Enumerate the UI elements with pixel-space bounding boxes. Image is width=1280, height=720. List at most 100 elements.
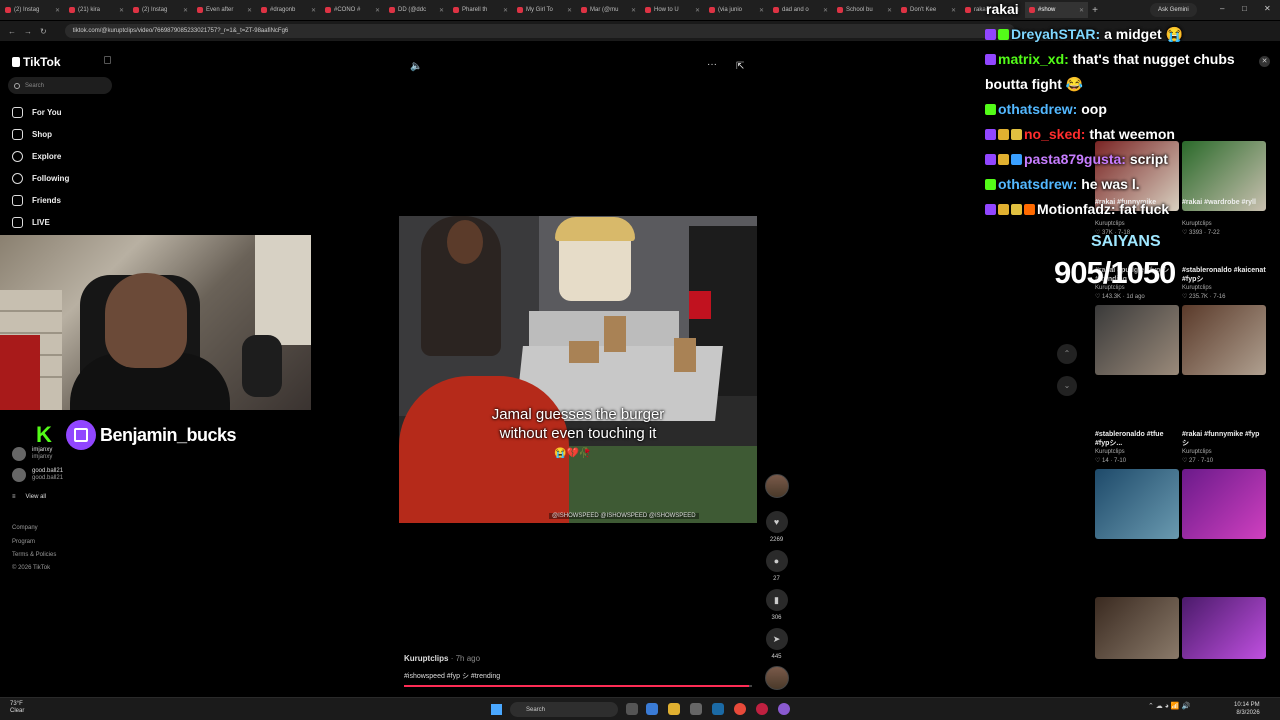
browser-tab[interactable]: #show ✕ — [1025, 2, 1088, 18]
close-tab-icon[interactable]: ✕ — [1079, 7, 1084, 14]
clock-date: 8/3/2026 — [1236, 710, 1260, 716]
sidebar-item-shop[interactable]: Shop — [12, 129, 52, 140]
browser-tab[interactable]: #CONO # ✕ — [321, 2, 384, 18]
close-tab-icon[interactable]: ✕ — [951, 7, 956, 14]
like-button[interactable]: ♥ 2269 — [764, 511, 789, 543]
ask-gemini-button[interactable]: Ask Gemini — [1150, 3, 1197, 17]
browser-tab[interactable]: Pharell th ✕ — [449, 2, 512, 18]
close-tab-icon[interactable]: ✕ — [439, 7, 444, 14]
forward-icon[interactable]: → — [24, 27, 32, 36]
video-author[interactable]: Kuruptclips · 7h ago — [404, 654, 480, 663]
browser-tab[interactable]: #dragonb ✕ — [257, 2, 320, 18]
footer-link[interactable]: Terms & Policies — [12, 552, 56, 558]
author-avatar-button[interactable] — [764, 474, 789, 498]
sidebar-item-explore[interactable]: Explore — [12, 151, 61, 162]
close-tab-icon[interactable]: ✕ — [823, 7, 828, 14]
sidebar-item-label: Shop — [32, 130, 52, 139]
close-tab-icon[interactable]: ✕ — [567, 7, 572, 14]
tab-title: DD (@ddc — [398, 7, 427, 13]
file-explorer-icon[interactable] — [668, 703, 680, 715]
sidebar-item-label: Following — [32, 174, 70, 183]
footer-link[interactable]: Company — [12, 525, 38, 531]
related-video-card[interactable]: #stableronaldo #tfue #fypシ... Kuruptclips… — [1095, 430, 1179, 539]
browser-tab[interactable]: Don't Kee ✕ — [897, 2, 960, 18]
previous-video-button[interactable]: ⌃ — [1057, 344, 1077, 364]
search-input[interactable]: Search — [8, 77, 112, 94]
chat-text: that's that nugget chubs — [1072, 51, 1235, 67]
steam-icon[interactable] — [712, 703, 724, 715]
video-player[interactable]: Jamal guesses the burger without even to… — [399, 216, 757, 523]
collapse-sidebar-icon[interactable] — [104, 56, 111, 64]
browser-tab[interactable]: My Girl To ✕ — [513, 2, 576, 18]
sidebar-item-following[interactable]: Following — [12, 173, 69, 184]
brand-name: TikTok — [23, 55, 61, 69]
task-view-icon[interactable] — [626, 703, 638, 715]
footer-link[interactable]: Program — [12, 539, 35, 545]
browser-tab[interactable]: (21) kira ✕ — [65, 2, 128, 18]
reload-icon[interactable]: ↻ — [40, 27, 47, 36]
close-tab-icon[interactable]: ✕ — [759, 7, 764, 14]
close-tab-icon[interactable]: ✕ — [887, 7, 892, 14]
close-tab-icon[interactable]: ✕ — [631, 7, 636, 14]
more-options-icon[interactable]: ··· — [707, 59, 717, 70]
browser-tab[interactable]: (2) Instag ✕ — [1, 2, 64, 18]
following-account[interactable]: good.ball21 good.ball21 — [12, 468, 63, 482]
chrome-icon[interactable] — [734, 703, 746, 715]
close-tab-icon[interactable]: ✕ — [55, 7, 60, 14]
next-video-button[interactable]: ⌄ — [1057, 376, 1077, 396]
browser-tab[interactable]: (2) Instag ✕ — [129, 2, 192, 18]
copilot-icon[interactable] — [646, 703, 658, 715]
video-progress-bar[interactable] — [404, 685, 752, 687]
related-video-card[interactable]: #stableronaldo #kaicenat #fypシ Kuruptclip… — [1182, 266, 1266, 375]
browser-tab[interactable]: How to U ✕ — [641, 2, 704, 18]
close-tab-icon[interactable]: ✕ — [695, 7, 700, 14]
save-button[interactable]: ▮ 306 — [764, 589, 789, 621]
close-tab-icon[interactable]: ✕ — [375, 7, 380, 14]
goal-counter: 905/1050 — [1054, 255, 1176, 290]
close-tab-icon[interactable]: ✕ — [183, 7, 188, 14]
close-tab-icon[interactable]: ✕ — [247, 7, 252, 14]
chat-text: that weemon — [1089, 126, 1175, 142]
new-tab-button[interactable]: + — [1088, 5, 1102, 16]
back-icon[interactable]: ← — [8, 27, 16, 36]
sidebar-item-label: Friends — [32, 196, 61, 205]
weather-widget[interactable]: 73°F Clear — [10, 701, 24, 715]
system-tray[interactable]: ⌃ ☁ ◕ 📶 🔊 — [1148, 702, 1190, 710]
fullscreen-icon[interactable]: ⇱ — [736, 61, 744, 72]
taskbar-search[interactable]: Search — [510, 702, 618, 717]
close-window-icon[interactable]: ✕ — [1264, 4, 1271, 13]
url-input[interactable]: tiktok.com/@kuruptclips/video/7669879085… — [64, 24, 1015, 38]
sidebar-item-friends[interactable]: Friends — [12, 195, 61, 206]
music-disc-button[interactable] — [764, 666, 789, 690]
maximize-icon[interactable]: □ — [1242, 4, 1247, 13]
windows-start-icon[interactable] — [491, 704, 502, 715]
browser-tab[interactable]: School bu ✕ — [833, 2, 896, 18]
browser-tab[interactable]: (via junio ✕ — [705, 2, 768, 18]
settings-icon[interactable] — [690, 703, 702, 715]
close-tab-icon[interactable]: ✕ — [503, 7, 508, 14]
sidebar-item-for-you[interactable]: For You — [12, 107, 61, 118]
minimize-icon[interactable]: – — [1220, 4, 1224, 13]
share-button[interactable]: ➤ 445 — [764, 628, 789, 660]
close-tab-icon[interactable]: ✕ — [311, 7, 316, 14]
taskbar-clock[interactable]: 10:14 PM 8/3/2026 — [1234, 701, 1260, 717]
browser-tab[interactable]: Even after ✕ — [193, 2, 256, 18]
app-icon[interactable] — [756, 703, 768, 715]
browser-tab[interactable]: Mar (@mu ✕ — [577, 2, 640, 18]
close-tab-icon[interactable]: ✕ — [119, 7, 124, 14]
video-hashtags[interactable]: #ishowspeed #fyp シ #trending — [404, 671, 500, 681]
volume-icon[interactable]: 🔈 — [410, 61, 422, 72]
tiktok-logo[interactable]: TikTok — [12, 55, 61, 69]
author-name[interactable]: Kuruptclips — [404, 654, 448, 663]
view-all-link[interactable]: ≡ View all — [12, 494, 46, 500]
browser-tab[interactable]: DD (@ddc ✕ — [385, 2, 448, 18]
browser-tab[interactable]: dad and o ✕ — [769, 2, 832, 18]
close-chat-icon[interactable]: ✕ — [1259, 56, 1270, 67]
discord-icon[interactable] — [778, 703, 790, 715]
related-video-card[interactable] — [1182, 597, 1266, 659]
sidebar-item-live[interactable]: LIVE — [12, 217, 50, 228]
related-video-card[interactable] — [1095, 597, 1179, 659]
related-video-card[interactable]: #rakai #funnymike #fypシ Kuruptclips ♡ 27 ·… — [1182, 430, 1266, 539]
comment-button[interactable]: ● 27 — [764, 550, 789, 582]
tab-title: #show — [1038, 7, 1056, 13]
